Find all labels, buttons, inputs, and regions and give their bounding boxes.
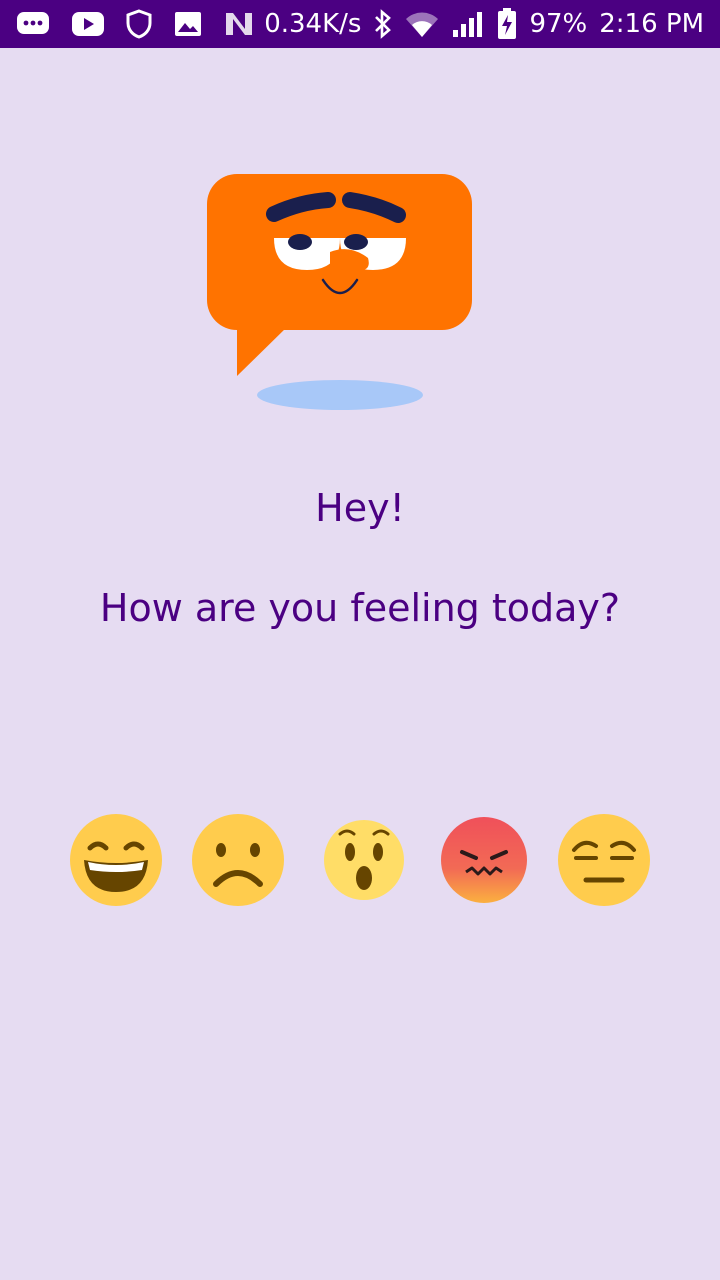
mood-options bbox=[0, 812, 720, 912]
gallery-icon bbox=[174, 11, 202, 37]
youtube-icon bbox=[72, 12, 104, 36]
mood-question: How are you feeling today? bbox=[99, 586, 621, 630]
messages-icon bbox=[16, 10, 50, 38]
clock: 2:16 PM bbox=[599, 9, 704, 39]
status-bar: 0.34K/s 97% 2:16 PM bbox=[0, 0, 720, 48]
battery-percent: 97% bbox=[529, 9, 588, 39]
notification-icons bbox=[16, 8, 254, 40]
greeting-text: Hey! bbox=[315, 486, 405, 530]
battery-icon bbox=[497, 8, 517, 40]
chat-bubble-mascot bbox=[200, 168, 480, 418]
unamused-emoji-icon[interactable] bbox=[556, 812, 652, 908]
bluetooth-icon bbox=[373, 9, 393, 39]
wifi-icon bbox=[405, 10, 439, 38]
shield-icon bbox=[126, 9, 152, 39]
sad-emoji-icon[interactable] bbox=[190, 812, 286, 908]
n-icon bbox=[224, 11, 254, 37]
happy-emoji-icon[interactable] bbox=[68, 812, 164, 908]
status-right: 0.34K/s 97% 2:16 PM bbox=[264, 0, 704, 48]
signal-icon bbox=[451, 10, 485, 38]
angry-emoji-icon[interactable] bbox=[436, 812, 532, 908]
surprised-emoji-icon[interactable] bbox=[316, 812, 412, 908]
network-speed: 0.34K/s bbox=[264, 9, 362, 39]
mascot-shadow bbox=[257, 380, 423, 410]
